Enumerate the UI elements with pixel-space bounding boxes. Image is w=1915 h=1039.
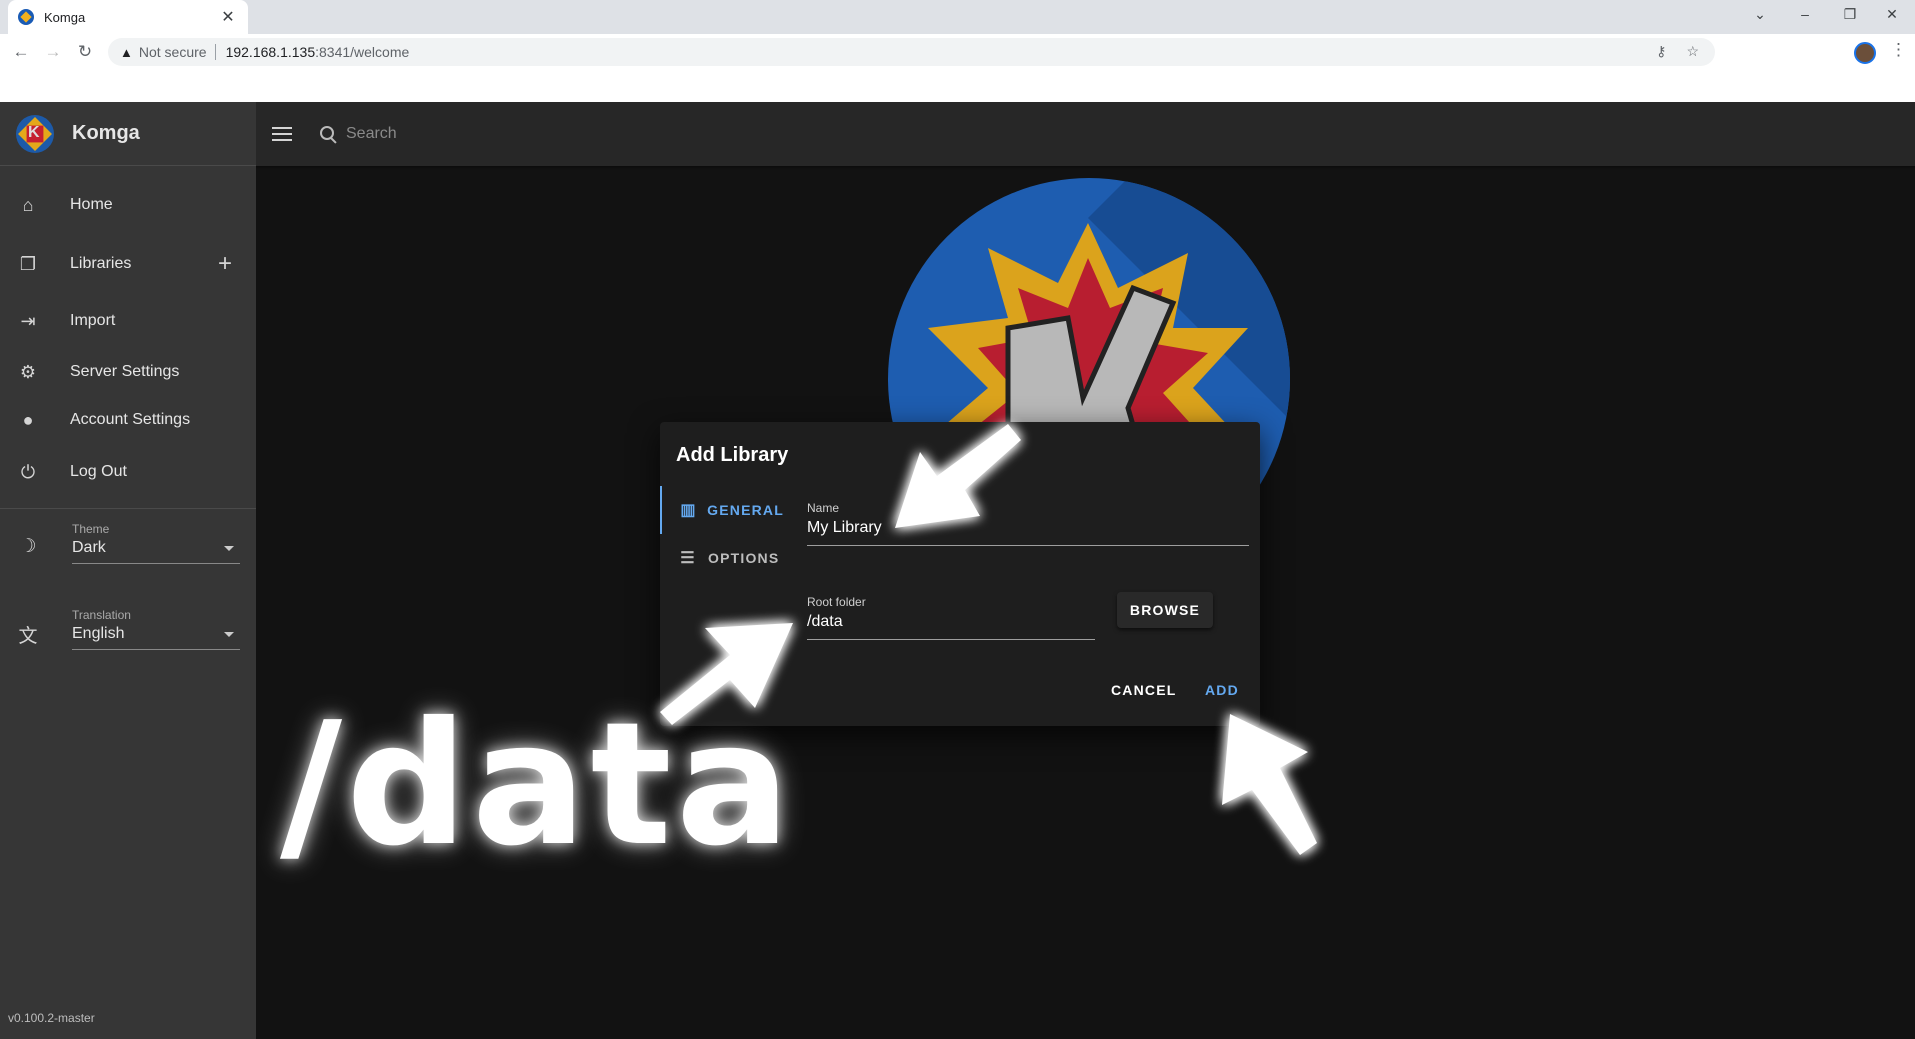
brand[interactable]: K Komga [0,102,256,166]
library-books-icon: ▥ [680,502,697,519]
menu-icon[interactable] [272,122,296,146]
root-folder-input[interactable]: /data [807,613,1095,640]
root-folder-field[interactable]: Root folder /data [807,595,1095,640]
library-icon: ❐ [19,253,37,274]
tab-general[interactable]: ▥ GENERAL [660,486,784,534]
nav-item-home[interactable]: ⌂ Home [0,181,256,229]
person-icon: ● [22,409,34,430]
nav-label: Libraries [70,255,132,272]
back-icon[interactable]: ← [10,42,32,62]
theme-select[interactable]: Theme Dark [72,522,240,564]
browser-tab[interactable]: Komga ✕ [8,0,248,34]
gear-icon: ⚙ [19,361,37,382]
nav-item-libraries[interactable]: ❐ Libraries + [0,240,256,288]
name-input[interactable]: My Library [807,519,1249,546]
komga-logo-icon: K [16,114,54,153]
navigation-drawer: K Komga ⌂ Home ❐ Libraries + ⇥ Import ⚙ … [0,102,256,1039]
sidebar-divider [0,508,256,509]
name-field[interactable]: Name My Library [807,501,1249,546]
moon-icon: ☽ [19,536,37,557]
url-path: :8341/welcome [315,44,410,60]
tab-label: OPTIONS [708,550,780,566]
home-icon: ⌂ [22,194,34,215]
tab-title: Komga [44,9,86,25]
browser-toolbar: ← → ↻ ▲ Not secure 192.168.1.135 :8341/w… [0,34,1915,70]
translation-label: Translation [72,608,131,622]
theme-value[interactable]: Dark [72,539,240,564]
theme-label: Theme [72,522,110,536]
search-input[interactable] [346,125,746,143]
version-label: v0.100.2-master [8,1011,95,1025]
tab-search-icon[interactable]: ⌄ [1748,6,1772,23]
brand-name: Komga [72,122,140,144]
nav-item-import[interactable]: ⇥ Import [0,297,256,345]
nav-label: Import [70,312,116,329]
nav-label: Home [70,196,113,213]
nav-item-account-settings[interactable]: ● Account Settings [0,396,256,444]
nav-label: Account Settings [70,411,191,428]
add-library-icon[interactable]: + [218,250,232,278]
tab-label: GENERAL [707,502,784,518]
root-folder-label: Root folder [807,595,866,609]
tab-close-icon[interactable]: ✕ [218,7,238,27]
chevron-down-icon [224,632,234,637]
security-label: Not secure [138,44,207,60]
dialog-title: Add Library [676,444,789,466]
bookmark-star-icon[interactable]: ☆ [1686,43,1699,60]
minimize-icon[interactable]: – [1793,6,1817,22]
add-library-dialog: Add Library ▥ GENERAL ☰ OPTIONS Name My … [660,422,1260,726]
profile-avatar[interactable] [1854,42,1876,64]
url-host: 192.168.1.135 [225,44,316,60]
tune-icon: ☰ [680,550,696,567]
add-button[interactable]: ADD [1205,682,1239,698]
restore-icon[interactable]: ❐ [1838,6,1862,23]
forward-icon[interactable]: → [42,42,64,62]
nav-label: Server Settings [70,363,180,380]
cancel-button[interactable]: CANCEL [1111,682,1177,698]
translation-value[interactable]: English [72,625,240,650]
browser-menu-icon[interactable]: ⋮ [1890,40,1907,60]
omnibox-divider [214,44,216,60]
nav-item-server-settings[interactable]: ⚙ Server Settings [0,348,256,396]
close-window-icon[interactable]: ✕ [1880,6,1904,23]
nav-label: Log Out [70,463,127,480]
import-icon: ⇥ [20,310,36,331]
komga-app: K Komga ⌂ Home ❐ Libraries + ⇥ Import ⚙ … [0,102,1915,1039]
reload-icon[interactable]: ↻ [74,42,96,62]
name-label: Name [807,501,840,515]
browser-tab-bar: Komga ✕ ⌄ – ❐ ✕ [0,0,1915,34]
translate-icon: 文 [18,626,38,647]
chevron-down-icon [224,546,234,551]
app-bar-shadow [256,166,1915,170]
browse-button[interactable]: BROWSE [1117,592,1213,628]
power-icon: ⏻ [20,461,36,482]
nav-item-log-out[interactable]: ⏻ Log Out [0,448,256,496]
browser-spacer [0,70,1915,102]
app-bar [256,102,1915,166]
search-icon [318,124,338,144]
komga-favicon-icon [18,9,34,25]
address-bar[interactable]: ▲ Not secure 192.168.1.135 :8341/welcome… [108,38,1715,66]
tab-options[interactable]: ☰ OPTIONS [660,534,784,582]
key-icon[interactable]: ⚷ [1656,43,1666,60]
translation-select[interactable]: Translation English [72,608,240,650]
warning-icon: ▲ [120,44,133,60]
